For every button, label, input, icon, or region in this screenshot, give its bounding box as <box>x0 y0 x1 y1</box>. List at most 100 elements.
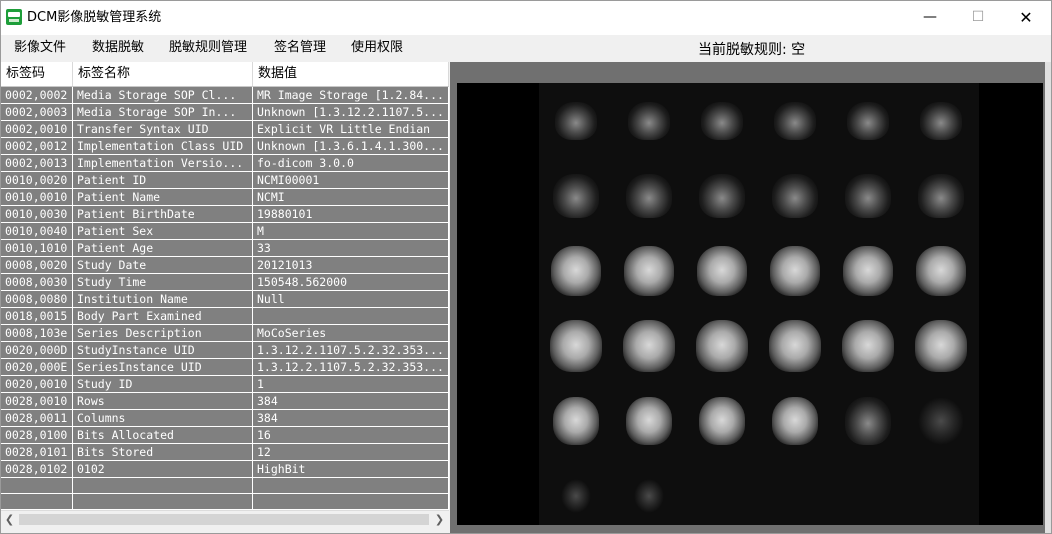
table-row[interactable]: 0002,0003 Media Storage SOP In... Unknown … <box>1 104 449 121</box>
mri-slice <box>917 396 964 445</box>
tag-name-cell: Rows <box>73 393 253 409</box>
tag-code-cell: 0010,1010 <box>1 240 73 256</box>
dicom-tag-table[interactable]: 标签码 标签名称 数据值 0002,0002 Media Storage SOP … <box>1 62 449 510</box>
minimize-button[interactable]: — <box>907 1 953 33</box>
mri-slice <box>771 173 818 218</box>
tag-name-cell: Patient ID <box>73 172 253 188</box>
vertical-scrollbar[interactable] <box>1045 62 1051 533</box>
chevron-right-icon[interactable]: ❯ <box>431 511 448 528</box>
tag-value-cell <box>253 308 449 324</box>
tag-name-cell: Study Time <box>73 274 253 290</box>
tag-code-cell: 0008,103e <box>1 325 73 341</box>
table-row[interactable]: 0008,0080 Institution Name Null <box>1 291 449 308</box>
empty-cell <box>73 494 253 510</box>
image-viewer-panel <box>450 62 1051 533</box>
table-row[interactable]: 0002,0010 Transfer Syntax UID Explicit VR … <box>1 121 449 138</box>
table-header: 标签码 标签名称 数据值 <box>1 62 449 87</box>
tag-value-cell: 1.3.12.2.1107.5.2.32.353... <box>253 359 449 375</box>
menu-image-files[interactable]: 影像文件 <box>14 40 66 56</box>
scrollbar-thumb[interactable] <box>19 514 429 525</box>
table-row[interactable]: 0028,0011 Columns 384 <box>1 410 449 427</box>
maximize-button[interactable]: ☐ <box>955 1 1001 33</box>
table-row[interactable]: 0008,0030 Study Time 150548.562000 <box>1 274 449 291</box>
mri-slice <box>625 173 672 218</box>
empty-cell <box>253 478 449 494</box>
app-logo-icon <box>6 9 22 25</box>
tag-code-cell: 0002,0012 <box>1 138 73 154</box>
menu-data-desensitize[interactable]: 数据脱敏 <box>92 40 144 56</box>
tag-name-cell: Series Description <box>73 325 253 341</box>
table-row[interactable]: 0020,0010 Study ID 1 <box>1 376 449 393</box>
table-body: 0002,0002 Media Storage SOP Cl... MR Image… <box>1 87 449 510</box>
table-row[interactable]: 0002,0002 Media Storage SOP Cl... MR Image… <box>1 87 449 104</box>
tag-code-cell: 0020,0010 <box>1 376 73 392</box>
tag-value-cell: 1.3.12.2.1107.5.2.32.353... <box>253 342 449 358</box>
tag-value-cell: Unknown [1.3.6.1.4.1.300... <box>253 138 449 154</box>
window-title: DCM影像脱敏管理系统 <box>27 10 162 25</box>
table-row[interactable]: 0028,0102 0102 HighBit <box>1 461 449 478</box>
mri-slice <box>915 245 966 296</box>
table-row[interactable]: 0020,000D StudyInstance UID 1.3.12.2.1107.… <box>1 342 449 359</box>
tag-value-cell: NCMI <box>253 189 449 205</box>
tag-code-cell: 0010,0040 <box>1 223 73 239</box>
table-row[interactable]: 0010,1010 Patient Age 33 <box>1 240 449 257</box>
mri-slice <box>627 101 670 140</box>
mri-slice <box>696 245 747 296</box>
horizontal-scrollbar[interactable]: ❮ ❯ <box>1 510 449 528</box>
tag-code-cell: 0008,0020 <box>1 257 73 273</box>
tag-value-cell: 33 <box>253 240 449 256</box>
mri-slice <box>633 478 664 513</box>
menu-rule-management[interactable]: 脱敏规则管理 <box>169 40 247 56</box>
tag-value-cell: 20121013 <box>253 257 449 273</box>
tag-name-cell: Implementation Versio... <box>73 155 253 171</box>
table-row[interactable]: 0028,0010 Rows 384 <box>1 393 449 410</box>
table-row[interactable]: 0010,0010 Patient Name NCMI <box>1 189 449 206</box>
mri-slice <box>550 245 601 296</box>
table-row[interactable]: 0002,0013 Implementation Versio... fo-dico… <box>1 155 449 172</box>
tag-name-cell: Bits Stored <box>73 444 253 460</box>
tag-value-cell: 19880101 <box>253 206 449 222</box>
table-row[interactable]: 0002,0012 Implementation Class UID Unknown… <box>1 138 449 155</box>
table-row[interactable]: 0028,0101 Bits Stored 12 <box>1 444 449 461</box>
table-row[interactable]: 0010,0020 Patient ID NCMI00001 <box>1 172 449 189</box>
table-row[interactable]: 0008,103e Series Description MoCoSeries <box>1 325 449 342</box>
column-header-value[interactable]: 数据值 <box>253 62 449 86</box>
tag-name-cell: Study ID <box>73 376 253 392</box>
title-bar: DCM影像脱敏管理系统 — ☐ ✕ <box>1 1 1051 35</box>
close-button[interactable]: ✕ <box>1003 1 1049 33</box>
mri-slice <box>844 396 891 445</box>
tag-name-cell: Institution Name <box>73 291 253 307</box>
table-row[interactable]: 0018,0015 Body Part Examined <box>1 308 449 325</box>
tag-name-cell: Columns <box>73 410 253 426</box>
chevron-left-icon[interactable]: ❮ <box>1 511 18 528</box>
mri-slice <box>698 173 745 218</box>
mri-slice <box>771 396 818 445</box>
table-row[interactable]: 0008,0020 Study Date 20121013 <box>1 257 449 274</box>
tag-code-cell: 0028,0011 <box>1 410 73 426</box>
empty-cell <box>253 494 449 510</box>
tag-value-cell: MoCoSeries <box>253 325 449 341</box>
tag-code-cell: 0002,0010 <box>1 121 73 137</box>
tag-value-cell: MR Image Storage [1.2.84... <box>253 87 449 103</box>
mri-slice <box>698 396 745 445</box>
table-row[interactable]: 0010,0040 Patient Sex M <box>1 223 449 240</box>
tag-value-cell: Explicit VR Little Endian <box>253 121 449 137</box>
tag-name-cell: Media Storage SOP In... <box>73 104 253 120</box>
menu-permissions[interactable]: 使用权限 <box>351 40 403 56</box>
tag-code-cell: 0028,0101 <box>1 444 73 460</box>
tag-code-cell: 0008,0030 <box>1 274 73 290</box>
tag-code-cell: 0028,0010 <box>1 393 73 409</box>
tag-code-cell: 0018,0015 <box>1 308 73 324</box>
column-header-tag-name[interactable]: 标签名称 <box>73 62 253 86</box>
tag-name-cell: Media Storage SOP Cl... <box>73 87 253 103</box>
empty-table-row <box>1 494 449 510</box>
column-header-tag-code[interactable]: 标签码 <box>1 62 73 86</box>
current-rule-label: 当前脱敏规则: 空 <box>698 42 806 58</box>
mri-slice <box>914 319 967 372</box>
table-row[interactable]: 0028,0100 Bits Allocated 16 <box>1 427 449 444</box>
mri-slice <box>844 173 891 218</box>
table-row[interactable]: 0020,000E SeriesInstance UID 1.3.12.2.1107… <box>1 359 449 376</box>
mri-slice <box>549 319 602 372</box>
menu-signature-management[interactable]: 签名管理 <box>274 40 326 56</box>
table-row[interactable]: 0010,0030 Patient BirthDate 19880101 <box>1 206 449 223</box>
